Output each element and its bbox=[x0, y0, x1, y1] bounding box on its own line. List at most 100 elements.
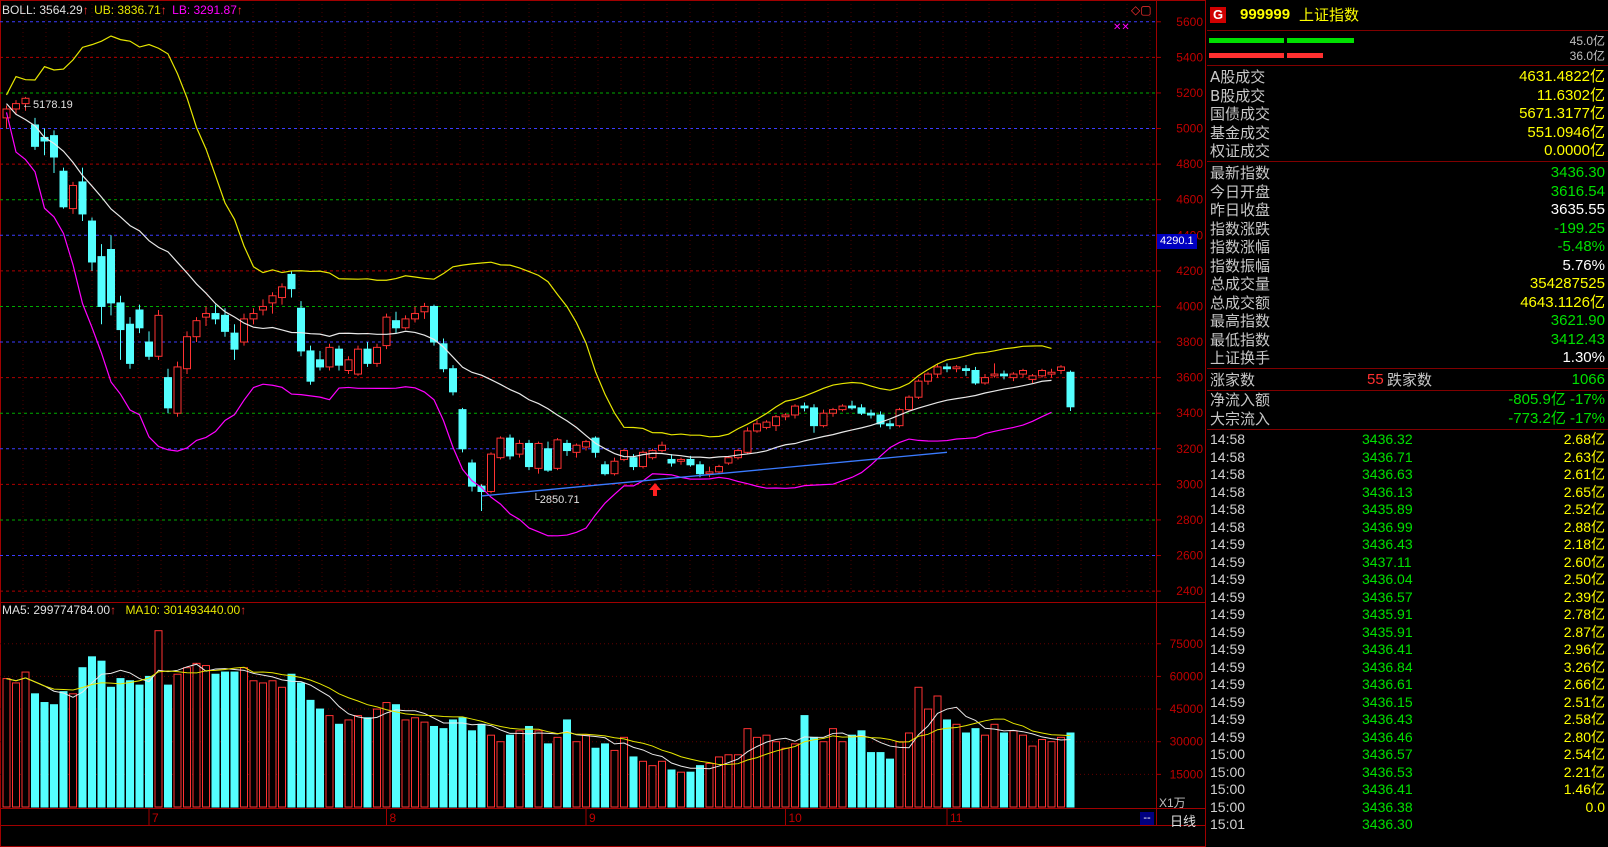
candle-down bbox=[449, 368, 457, 393]
stat-row: 总成交量 354287525 bbox=[1207, 275, 1608, 293]
price-tick-label: 4800 bbox=[1176, 157, 1203, 171]
tick-time: 14:58 bbox=[1210, 466, 1246, 482]
flow-label: 净流入额 bbox=[1210, 391, 1271, 409]
low-annotation: └2850.71 bbox=[532, 492, 580, 506]
tick-price: 3436.99 bbox=[1362, 518, 1413, 535]
divider bbox=[1207, 161, 1608, 162]
chart-options-icon[interactable]: ✕✕ bbox=[1113, 22, 1130, 33]
price-tick-label: 2800 bbox=[1176, 513, 1203, 527]
candle-down bbox=[164, 377, 172, 409]
candle-up bbox=[572, 444, 581, 453]
candle-up bbox=[829, 409, 837, 414]
candle-down bbox=[800, 405, 809, 409]
month-label: 9 bbox=[589, 811, 596, 825]
divider bbox=[1207, 30, 1608, 31]
ma10-label: MA10: 301493440.00 bbox=[125, 603, 241, 617]
tick-row: 14:59 3436.61 2.66亿 bbox=[1207, 676, 1608, 694]
volume-bar-up bbox=[743, 728, 752, 808]
volume-bar-up bbox=[981, 734, 989, 808]
period-label[interactable]: 日线 bbox=[1170, 811, 1196, 830]
tick-row: 14:59 3435.91 2.78亿 bbox=[1207, 606, 1608, 624]
tick-price: 3436.43 bbox=[1362, 711, 1413, 727]
volume-bar-down bbox=[876, 752, 885, 808]
tick-price: 3436.53 bbox=[1362, 763, 1413, 780]
volume-bar-up bbox=[411, 717, 419, 808]
turnover-label: 基金成交 bbox=[1210, 123, 1271, 142]
stat-row: 昨日收盘 3635.55 bbox=[1207, 201, 1608, 219]
kline-chart[interactable]: 5600540052005000480046004400420040003800… bbox=[0, 0, 1206, 847]
price-tick-label: 4200 bbox=[1176, 264, 1203, 278]
candle-down bbox=[601, 464, 609, 475]
price-tick-label: 4000 bbox=[1176, 299, 1203, 313]
turnover-label: 国债成交 bbox=[1210, 105, 1271, 124]
candle-up bbox=[1057, 366, 1065, 371]
turnover-label: B股成交 bbox=[1210, 86, 1266, 105]
volume-bar-up bbox=[325, 715, 334, 808]
candle-down bbox=[629, 457, 638, 468]
g-logo-icon: G bbox=[1210, 7, 1226, 23]
tick-row: 14:58 3435.89 2.52亿 bbox=[1207, 501, 1608, 519]
volume-bar-down bbox=[107, 686, 115, 808]
tick-price: 3435.91 bbox=[1362, 623, 1413, 640]
price-tick-label: 4600 bbox=[1176, 193, 1203, 207]
volume-bar-up bbox=[1047, 741, 1056, 808]
volume-bar-up bbox=[515, 730, 524, 808]
volume-bar-up bbox=[1019, 734, 1027, 808]
candle-up bbox=[781, 414, 790, 418]
candle-down bbox=[335, 348, 343, 366]
tick-row: 14:59 3436.43 2.58亿 bbox=[1207, 711, 1608, 729]
tick-time: 14:59 bbox=[1210, 641, 1246, 657]
candle-up bbox=[202, 313, 210, 318]
stat-label: 总成交额 bbox=[1210, 293, 1271, 312]
candle-down bbox=[50, 135, 58, 158]
candle-down bbox=[525, 442, 533, 468]
volume-bar-down bbox=[164, 684, 172, 808]
scroll-button[interactable]: -- bbox=[1140, 812, 1154, 825]
stat-label: 指数振幅 bbox=[1210, 256, 1271, 275]
candle-up bbox=[173, 366, 182, 414]
tick-volume: 2.21亿 bbox=[1563, 763, 1605, 780]
candle-up bbox=[677, 458, 685, 462]
tick-volume: 2.58亿 bbox=[1563, 711, 1605, 727]
candle-down bbox=[88, 220, 96, 263]
tick-row: 14:58 3436.32 2.68亿 bbox=[1207, 431, 1608, 449]
candle-down bbox=[1066, 371, 1075, 408]
volume-bar-up bbox=[401, 719, 410, 808]
flow-value: -805.9亿 -17% bbox=[1508, 391, 1605, 408]
volume-bar-up bbox=[838, 741, 847, 808]
chart-expand-icon[interactable]: ◇▢ bbox=[1131, 3, 1152, 17]
tick-price: 3436.04 bbox=[1362, 571, 1413, 587]
volume-bar-down bbox=[943, 719, 951, 808]
candle-up bbox=[268, 295, 277, 304]
volume-bar-down bbox=[31, 693, 39, 808]
volume-bar-down bbox=[88, 656, 96, 808]
tick-volume: 2.65亿 bbox=[1563, 483, 1605, 500]
volume-bar-up bbox=[534, 730, 543, 808]
candle-up bbox=[772, 416, 780, 427]
candle-up bbox=[1009, 373, 1018, 379]
volume-bar-up bbox=[990, 723, 999, 808]
price-tick-label: 2600 bbox=[1176, 549, 1203, 563]
tick-row: 15:01 3436.30 bbox=[1207, 816, 1608, 834]
tick-price: 3436.43 bbox=[1362, 536, 1413, 552]
volume-bar-up bbox=[268, 680, 277, 808]
volume-bar-down bbox=[116, 678, 125, 808]
candle-down bbox=[563, 442, 571, 452]
volume-bar-down bbox=[629, 756, 638, 808]
tick-price: 3436.57 bbox=[1362, 746, 1413, 762]
cursor-price-tag: 4290.1 bbox=[1157, 234, 1197, 249]
month-label: 7 bbox=[152, 811, 159, 825]
tick-volume: 2.54亿 bbox=[1563, 746, 1605, 762]
tick-volume: 2.78亿 bbox=[1563, 606, 1605, 622]
volume-bar-up bbox=[610, 749, 619, 808]
decline-label: 跌家数 bbox=[1387, 371, 1433, 389]
advance-value: 55 bbox=[1367, 371, 1384, 388]
tick-time: 14:59 bbox=[1210, 588, 1246, 605]
tick-row: 14:59 3436.84 3.26亿 bbox=[1207, 659, 1608, 677]
tick-price: 3436.15 bbox=[1362, 693, 1413, 710]
candle-up bbox=[183, 336, 191, 370]
kline-chart-area[interactable]: 5600540052005000480046004400420040003800… bbox=[0, 0, 1206, 847]
candle-up bbox=[325, 346, 334, 368]
stat-value: 3621.90 bbox=[1550, 312, 1605, 329]
price-tick-label: 3600 bbox=[1176, 371, 1203, 385]
